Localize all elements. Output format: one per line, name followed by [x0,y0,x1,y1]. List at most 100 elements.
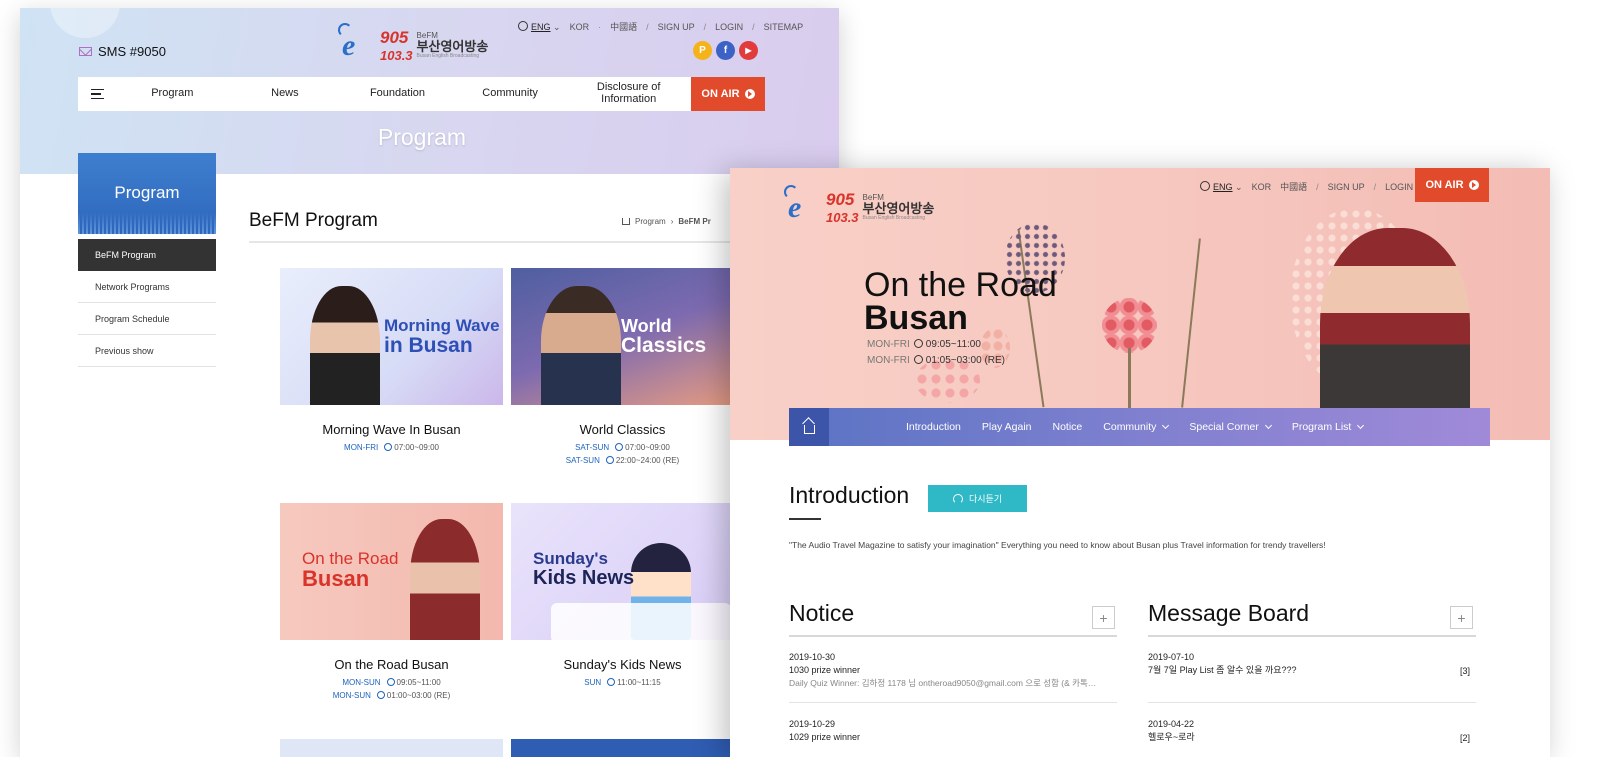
sep: · [598,21,602,32]
sms-text: SMS #9050 [98,44,166,59]
program-card[interactable]: World Classics World Classics SAT-SUN 07:… [511,268,734,467]
crumb-program[interactable]: Program [635,217,666,226]
login-link[interactable]: LOGIN [715,22,743,32]
sidebar-item-befm-program[interactable]: BeFM Program [78,239,216,271]
sidebar-item-program-schedule[interactable]: Program Schedule [78,303,216,335]
program-thumbnail[interactable] [511,739,734,757]
message-board-title: Message Board [1148,600,1310,626]
program-thumbnail[interactable]: Morning Wave in Busan [280,268,503,405]
sms-contact: SMS #9050 [79,44,166,59]
title-underline [789,518,821,520]
lang-kor[interactable]: KOR [570,22,590,32]
comment-count: [2] [1459,733,1470,743]
notice-more-button[interactable]: + [1092,606,1115,629]
notice-divider [789,635,1117,637]
tab-program-list[interactable]: Program List [1292,421,1365,433]
hamburger-menu-icon[interactable] [78,88,116,100]
program-title-line2: Busan [864,299,968,337]
tab-play-again[interactable]: Play Again [982,421,1032,433]
logo-name-ko: 부산영어방송 [862,201,935,217]
program-times: MON-SUN 09:05~11:00 MON-SUN 01:00~03:00 (R… [332,678,451,700]
lang-eng[interactable]: ENG ⌄ [1200,180,1243,193]
befm-logo[interactable]: e 905 103.3 BeFM 부산영어방송 Busan English Br… [338,22,489,63]
fm-1033: 103.3 [826,210,859,225]
youtube-icon[interactable]: ▶ [739,41,758,60]
lang-cn[interactable]: 中國語 [610,20,637,33]
clock-icon [913,355,923,364]
home-icon[interactable] [622,218,630,225]
lang-kor[interactable]: KOR [1252,182,1272,192]
breadcrumb: Program › BeFM Pr [622,217,711,226]
befm-logo[interactable]: e 905 103.3 BeFM 부산영어방송 Busan English Br… [784,184,935,225]
fm-1033: 103.3 [380,48,413,63]
nav-disclosure[interactable]: Disclosure of Information [566,82,691,105]
chevron-down-icon [1162,421,1170,430]
main-nav: Program News Foundation Community Disclo… [78,77,765,111]
tab-introduction[interactable]: Introduction [906,421,961,433]
program-name[interactable]: Morning Wave In Busan [280,422,503,437]
board-more-button[interactable]: + [1450,606,1473,629]
logo-name: BeFM 부산영어방송 Busan English Broadcasting [862,193,935,221]
sitemap-link[interactable]: SITEMAP [764,22,804,32]
utility-links: ENG ⌄ KOR · 中國語 / SIGN UP / LOGIN / SITE… [518,20,803,33]
nav-program[interactable]: Program [116,88,229,100]
program-name[interactable]: On the Road Busan [280,657,503,672]
clock-icon [607,678,616,686]
program-name[interactable]: World Classics [511,422,734,437]
sidebar-item-network-programs[interactable]: Network Programs [78,271,216,303]
nav-foundation[interactable]: Foundation [341,88,454,100]
sep: / [1316,181,1319,192]
logo-name-en: Busan English Broadcasting [862,214,926,221]
lang-eng[interactable]: ENG ⌄ [518,20,561,33]
clock-icon [386,678,395,686]
broadcast-time-re: MON-FRI 01:05~03:00 (RE) [867,355,1005,366]
logo-name-ko: 부산영어방송 [416,39,489,55]
tab-notice[interactable]: Notice [1053,421,1083,433]
program-thumbnail[interactable] [280,739,503,757]
program-name[interactable]: Sunday's Kids News [511,657,734,672]
logo-name: BeFM 부산영어방송 Busan English Broadcasting [416,31,489,59]
program-page-window: SMS #9050 e 905 103.3 BeFM 부산영어방송 Busan … [20,8,839,757]
board-item[interactable]: 2019-07-10 7월 7일 Play List 좀 알수 있을 까요???… [1148,651,1476,677]
comment-count: [3] [1459,666,1470,676]
clock-icon [384,443,393,451]
on-air-button[interactable]: ON AIR [690,77,765,111]
program-times: SUN 11:00~11:15 [584,678,661,687]
sidebar-header: Program [78,153,216,234]
login-link[interactable]: LOGIN [1385,182,1413,192]
signup-link[interactable]: SIGN UP [1328,182,1365,192]
notice-item[interactable]: 2019-10-29 1029 prize winner [789,718,1117,744]
logo-e-mark: e [338,22,376,63]
program-thumbnail[interactable]: On the Road Busan [280,503,503,640]
tab-community[interactable]: Community [1103,421,1170,433]
chevron-down-icon [1264,421,1272,430]
tab-special-corner[interactable]: Special Corner [1189,421,1272,433]
program-thumbnail[interactable]: World Classics [511,268,734,405]
program-times: MON-FRI 07:00~09:00 [344,443,439,452]
signup-link[interactable]: SIGN UP [658,22,695,32]
program-thumbnail[interactable]: Sunday's Kids News [511,503,734,640]
hero-title: Program [377,124,467,150]
program-card[interactable]: On the Road Busan On the Road Busan MON-… [280,503,503,702]
board-item[interactable]: 2019-04-22 헬로우~로라 [2] [1148,718,1476,744]
on-air-button[interactable]: ON AIR [1415,168,1489,202]
program-nav: Introduction Play Again Notice Community… [789,408,1490,446]
program-card[interactable]: Sunday's Kids News Sunday's Kids News SU… [511,503,734,689]
facebook-icon[interactable]: f [716,41,735,60]
notice-item[interactable]: 2019-10-30 1030 prize winner Daily Quiz … [789,651,1117,690]
lang-cn[interactable]: 中國語 [1280,180,1307,193]
sep: / [1373,181,1377,192]
relisten-button[interactable]: 다시듣기 [928,485,1027,512]
sidebar-item-previous-show[interactable]: Previous show [78,335,216,367]
crumb-current: BeFM Pr [678,217,711,226]
nav-community[interactable]: Community [454,88,567,100]
sep: / [646,21,649,32]
home-button[interactable] [789,408,829,446]
program-card[interactable]: Morning Wave in Busan Morning Wave In Bu… [280,268,503,454]
nav-news[interactable]: News [229,88,342,100]
podcast-icon[interactable]: P [693,41,712,60]
globe-icon [1200,180,1210,191]
sep: / [752,21,755,32]
clock-icon [376,691,385,699]
chevron-down-icon [1357,421,1365,430]
